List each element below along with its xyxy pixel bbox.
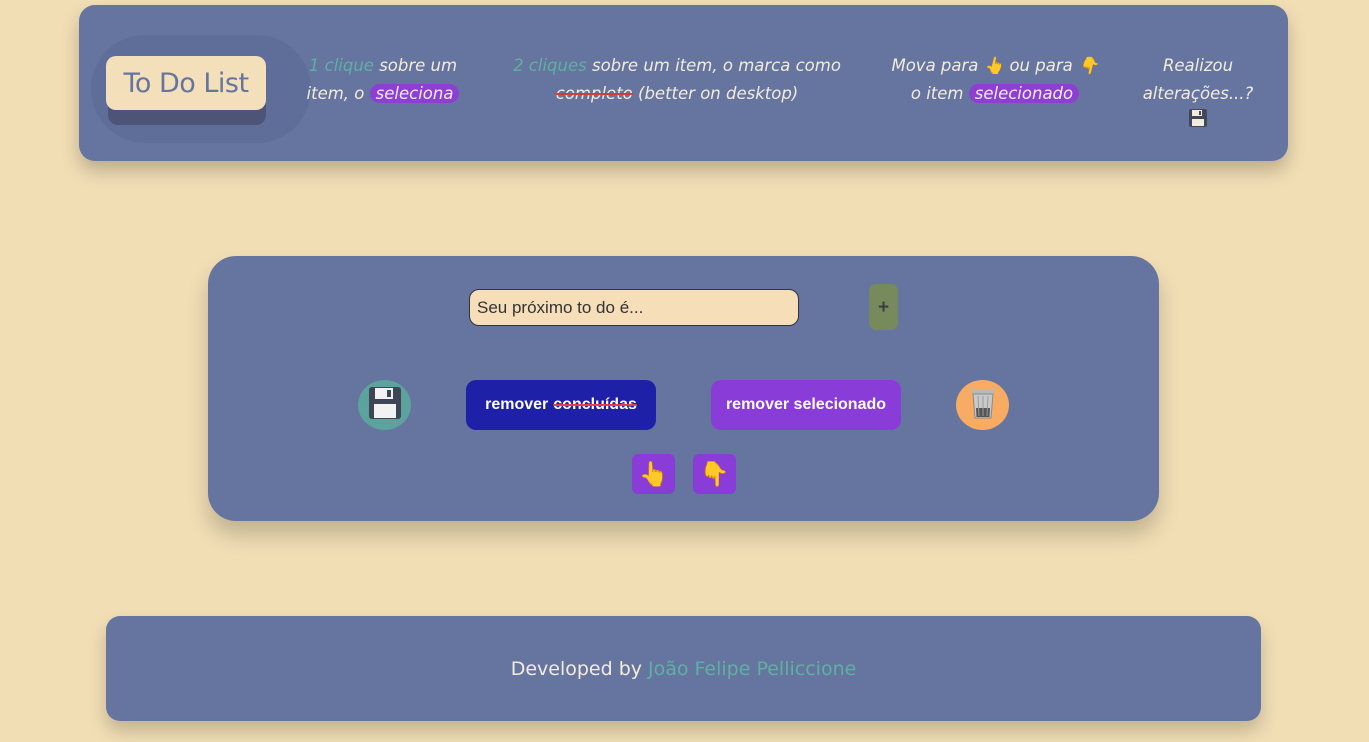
app-logo: To Do List xyxy=(106,56,266,110)
pointing-up-icon: 👆 xyxy=(638,460,669,488)
pointing-down-icon: 👇 xyxy=(1077,56,1099,75)
footer: Developed by João Felipe Pelliccione xyxy=(106,616,1261,721)
remove-selected-button[interactable]: remover selecionado xyxy=(711,380,901,430)
remove-completed-prefix: remover xyxy=(485,396,549,413)
pointing-down-icon: 👇 xyxy=(699,460,730,488)
hint-move-text1: Mova para xyxy=(891,56,984,75)
hint-select-pill: seleciona xyxy=(369,84,460,103)
hint-select-text2: item, o xyxy=(306,84,370,103)
remove-completed-strike: concluídas xyxy=(553,396,637,413)
floppy-disk-icon xyxy=(1188,108,1208,137)
save-button[interactable] xyxy=(358,380,411,430)
hint-complete-text2: (better on desktop) xyxy=(632,84,799,103)
author-link[interactable]: João Felipe Pelliccione xyxy=(648,658,856,680)
todo-input[interactable] xyxy=(469,289,799,326)
hint-save: Realizou alterações...? xyxy=(1129,52,1267,137)
header-card: To Do List 1 clique sobre um item, o sel… xyxy=(79,5,1288,161)
hint-save-line1: Realizou xyxy=(1162,56,1234,75)
hint-complete: 2 cliques sobre um item, o marca como co… xyxy=(487,52,867,108)
hint-move-text2: ou para xyxy=(1004,56,1078,75)
clear-all-button[interactable] xyxy=(956,380,1009,430)
hint-select-text1: sobre um xyxy=(373,56,458,75)
floppy-disk-icon xyxy=(368,386,402,424)
hint-move-pill: selecionado xyxy=(968,84,1080,103)
hint-select: 1 clique sobre um item, o seleciona xyxy=(294,52,472,108)
hint-move-text3: o item xyxy=(910,84,969,103)
hint-complete-strike: completo xyxy=(555,84,633,103)
hint-complete-highlight: 2 cliques xyxy=(513,56,587,75)
todo-panel: + removerconcluídas remover selecionado xyxy=(208,256,1159,521)
footer-prefix: Developed by xyxy=(510,657,642,680)
hint-move: Mova para 👆 ou para 👇 o item selecionado xyxy=(879,52,1111,108)
move-up-button[interactable]: 👆 xyxy=(632,454,675,494)
remove-completed-button[interactable]: remover concluídas xyxy=(466,380,656,430)
hint-save-line2: alterações...? xyxy=(1142,84,1254,103)
move-down-button[interactable]: 👇 xyxy=(693,454,736,494)
pointing-up-icon: 👆 xyxy=(983,56,1005,75)
trash-can-icon xyxy=(968,386,998,424)
hint-complete-text1: sobre um item, o marca como xyxy=(586,56,841,75)
hint-select-highlight: 1 clique xyxy=(308,56,374,75)
add-todo-button[interactable]: + xyxy=(869,284,898,330)
